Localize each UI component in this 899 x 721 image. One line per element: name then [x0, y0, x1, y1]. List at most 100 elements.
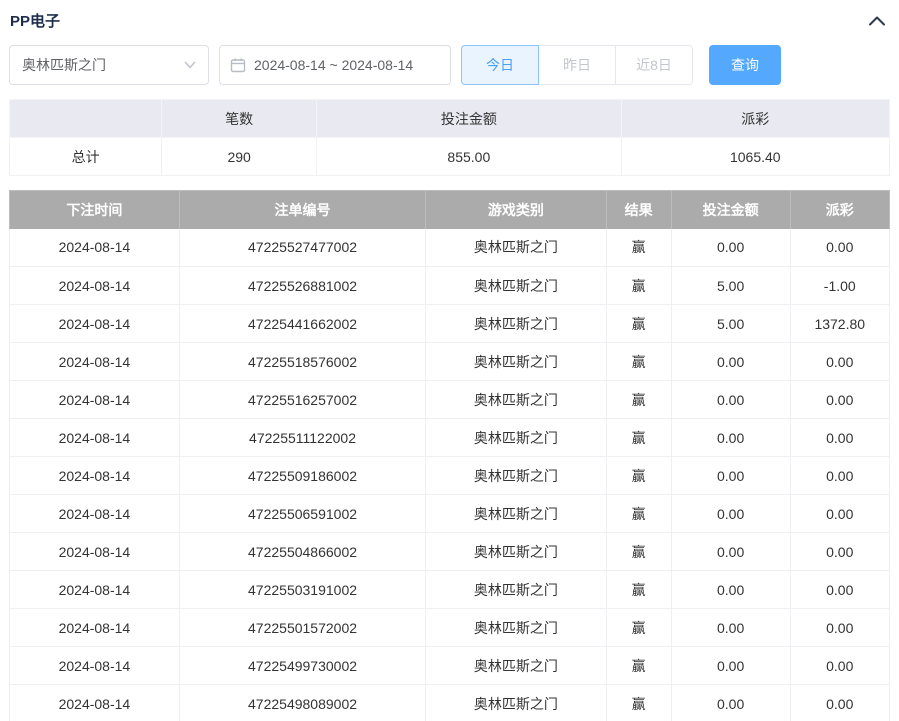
bet-amount: 0.00	[671, 419, 790, 457]
bets-table: 下注时间 注单编号 游戏类别 结果 投注金额 派彩 2024-08-144722…	[9, 190, 890, 721]
bet-amount: 0.00	[671, 495, 790, 533]
bet-date: 2024-08-14	[10, 229, 180, 267]
game-name: 奥林匹斯之门	[426, 381, 606, 419]
table-row: 2024-08-1447225527477002奥林匹斯之门赢0.000.00	[10, 229, 890, 267]
table-row: 2024-08-1447225516257002奥林匹斯之门赢0.000.00	[10, 381, 890, 419]
game-name: 奥林匹斯之门	[426, 571, 606, 609]
bet-date: 2024-08-14	[10, 685, 180, 721]
table-row: 2024-08-1447225509186002奥林匹斯之门赢0.000.00	[10, 457, 890, 495]
bet-date: 2024-08-14	[10, 419, 180, 457]
bet-id: 47225526881002	[179, 267, 425, 305]
table-row: 2024-08-1447225504866002奥林匹斯之门赢0.000.00	[10, 533, 890, 571]
caret-down-icon	[184, 61, 196, 69]
yesterday-button[interactable]: 昨日	[538, 45, 616, 85]
bet-id: 47225516257002	[179, 381, 425, 419]
bet-id: 47225509186002	[179, 457, 425, 495]
bet-payout: 0.00	[790, 419, 889, 457]
bet-result: 赢	[606, 229, 671, 267]
summary-header-payout: 派彩	[621, 100, 889, 138]
bet-date: 2024-08-14	[10, 343, 180, 381]
bet-amount: 0.00	[671, 609, 790, 647]
bet-result: 赢	[606, 533, 671, 571]
date-range-input[interactable]: 2024-08-14 ~ 2024-08-14	[219, 45, 451, 85]
game-name: 奥林匹斯之门	[426, 495, 606, 533]
bets-header-row: 下注时间 注单编号 游戏类别 结果 投注金额 派彩	[10, 191, 890, 229]
col-bet-time: 下注时间	[10, 191, 180, 229]
table-row: 2024-08-1447225503191002奥林匹斯之门赢0.000.00	[10, 571, 890, 609]
summary-table-wrap: 笔数 投注金额 派彩 总计 290 855.00 1065.40	[0, 99, 899, 176]
game-name: 奥林匹斯之门	[426, 267, 606, 305]
bet-date: 2024-08-14	[10, 495, 180, 533]
bet-id: 47225527477002	[179, 229, 425, 267]
collapse-chevron-up-icon[interactable]	[869, 16, 885, 26]
table-row: 2024-08-1447225511122002奥林匹斯之门赢0.000.00	[10, 419, 890, 457]
bet-amount: 0.00	[671, 685, 790, 721]
bet-amount: 0.00	[671, 571, 790, 609]
calendar-icon	[230, 57, 246, 73]
summary-total-payout: 1065.40	[621, 138, 889, 176]
bet-payout: 0.00	[790, 495, 889, 533]
bet-payout: 0.00	[790, 647, 889, 685]
bet-date: 2024-08-14	[10, 609, 180, 647]
bet-result: 赢	[606, 381, 671, 419]
bet-payout: 0.00	[790, 457, 889, 495]
bet-date: 2024-08-14	[10, 305, 180, 343]
table-row: 2024-08-1447225499730002奥林匹斯之门赢0.000.00	[10, 647, 890, 685]
game-name: 奥林匹斯之门	[426, 457, 606, 495]
bet-payout: 0.00	[790, 571, 889, 609]
search-button[interactable]: 查询	[709, 45, 781, 85]
filter-bar: 奥林匹斯之门 2024-08-14 ~ 2024-08-14 今日 昨日 近8日…	[0, 37, 899, 99]
game-name: 奥林匹斯之门	[426, 609, 606, 647]
bet-amount: 5.00	[671, 305, 790, 343]
bet-date: 2024-08-14	[10, 457, 180, 495]
summary-header-row: 笔数 投注金额 派彩	[10, 100, 890, 138]
pp-electronic-panel: PP电子 奥林匹斯之门 2024-08-14 ~ 2024-08-14 今日 昨…	[0, 0, 899, 721]
bet-result: 赢	[606, 267, 671, 305]
col-bet-amount: 投注金额	[671, 191, 790, 229]
bet-amount: 0.00	[671, 533, 790, 571]
bet-payout: -1.00	[790, 267, 889, 305]
bet-id: 47225511122002	[179, 419, 425, 457]
bet-id: 47225506591002	[179, 495, 425, 533]
game-name: 奥林匹斯之门	[426, 647, 606, 685]
today-button[interactable]: 今日	[461, 45, 539, 85]
bet-result: 赢	[606, 305, 671, 343]
bet-payout: 0.00	[790, 685, 889, 721]
bet-date: 2024-08-14	[10, 533, 180, 571]
col-payout: 派彩	[790, 191, 889, 229]
bet-result: 赢	[606, 457, 671, 495]
bet-id: 47225441662002	[179, 305, 425, 343]
bet-amount: 0.00	[671, 647, 790, 685]
bet-payout: 0.00	[790, 381, 889, 419]
last-8-days-button[interactable]: 近8日	[615, 45, 693, 85]
bet-result: 赢	[606, 609, 671, 647]
bet-result: 赢	[606, 343, 671, 381]
table-row: 2024-08-1447225526881002奥林匹斯之门赢5.00-1.00	[10, 267, 890, 305]
col-result: 结果	[606, 191, 671, 229]
bet-date: 2024-08-14	[10, 571, 180, 609]
game-name: 奥林匹斯之门	[426, 229, 606, 267]
game-name: 奥林匹斯之门	[426, 419, 606, 457]
bet-id: 47225499730002	[179, 647, 425, 685]
game-select[interactable]: 奥林匹斯之门	[9, 45, 209, 85]
date-range-value: 2024-08-14 ~ 2024-08-14	[254, 57, 413, 73]
bet-date: 2024-08-14	[10, 647, 180, 685]
bet-result: 赢	[606, 571, 671, 609]
bet-id: 47225518576002	[179, 343, 425, 381]
table-row: 2024-08-1447225441662002奥林匹斯之门赢5.001372.…	[10, 305, 890, 343]
bet-payout: 0.00	[790, 343, 889, 381]
bet-id: 47225498089002	[179, 685, 425, 721]
bet-amount: 0.00	[671, 457, 790, 495]
game-name: 奥林匹斯之门	[426, 305, 606, 343]
game-select-value: 奥林匹斯之门	[22, 55, 106, 75]
bet-payout: 0.00	[790, 533, 889, 571]
summary-total-bet-amount: 855.00	[317, 138, 621, 176]
table-row: 2024-08-1447225506591002奥林匹斯之门赢0.000.00	[10, 495, 890, 533]
bet-payout: 0.00	[790, 609, 889, 647]
summary-total-label: 总计	[10, 138, 162, 176]
bet-date: 2024-08-14	[10, 381, 180, 419]
bet-id: 47225503191002	[179, 571, 425, 609]
bet-amount: 0.00	[671, 229, 790, 267]
bet-amount: 0.00	[671, 381, 790, 419]
game-name: 奥林匹斯之门	[426, 685, 606, 721]
